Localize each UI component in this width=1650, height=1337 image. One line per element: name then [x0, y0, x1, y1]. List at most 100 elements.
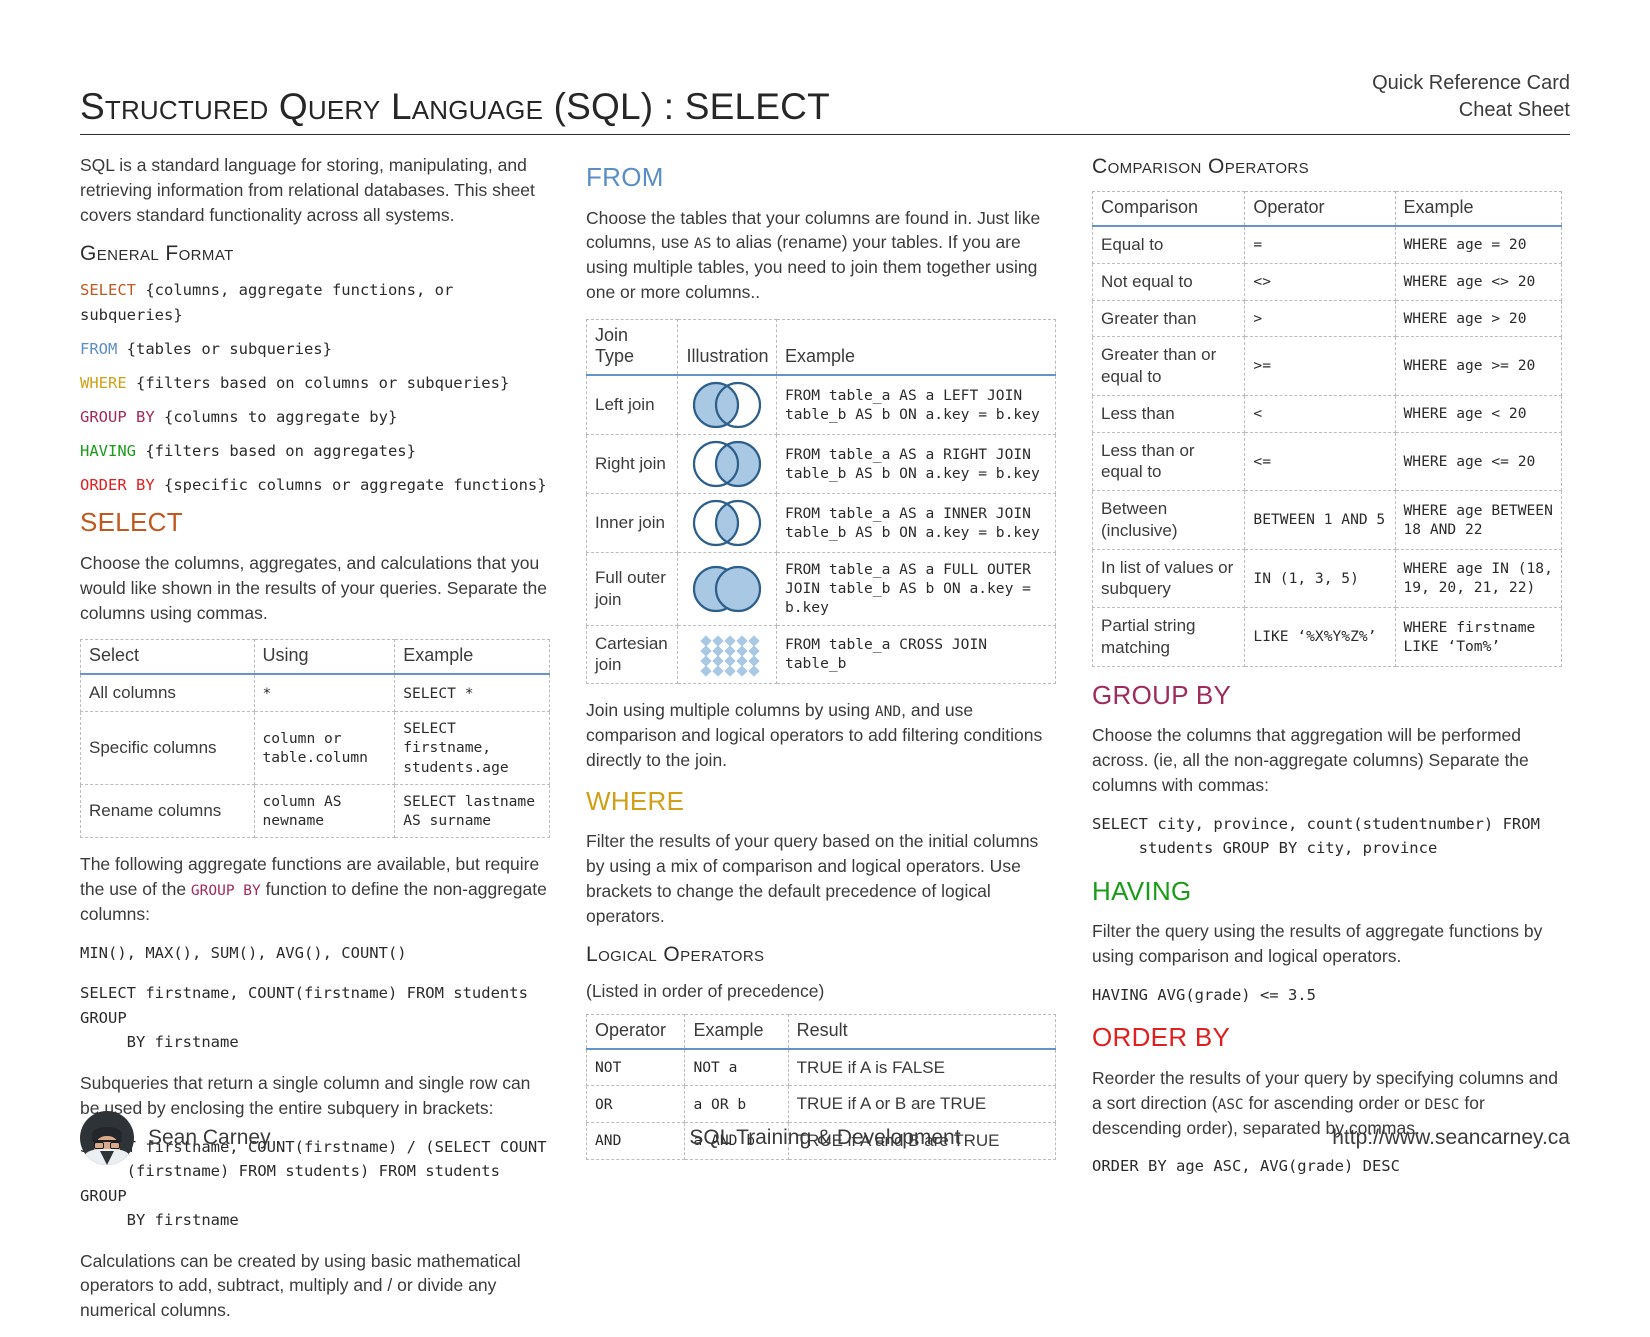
- left-join-venn: [693, 381, 762, 429]
- cell-operator: =: [1244, 225, 1396, 264]
- cell-operator: NOT: [585, 1048, 686, 1087]
- table-row: NOT NOT a TRUE if A is FALSE: [585, 1048, 1057, 1087]
- cheat-sheet-page: Structured Query Language (SQL) : SELECT…: [0, 0, 1650, 1320]
- keyword-where: WHERE: [80, 373, 127, 392]
- cell-operator: >=: [1244, 336, 1396, 396]
- general-format-rest: {filters based on columns or subqueries}: [126, 373, 510, 392]
- right-join-venn: [693, 440, 762, 488]
- cell-select: All columns: [80, 673, 255, 713]
- comparison-operators-table: Comparison Operator Example Equal to = W…: [1091, 191, 1562, 667]
- table-row: Between (inclusive) BETWEEN 1 AND 5 WHER…: [1091, 490, 1562, 550]
- cell-select: Rename columns: [80, 783, 255, 839]
- where-paragraph: Filter the results of your query based o…: [586, 831, 1039, 926]
- group-by-section-heading: GROUP BY: [1092, 679, 1232, 710]
- table-header-row: Comparison Operator Example: [1091, 191, 1562, 227]
- cell-illustration: [677, 374, 777, 435]
- cell-join-type: Full outer join: [585, 551, 679, 626]
- cell-comparison: In list of values or subquery: [1091, 548, 1246, 608]
- select-paragraph: Choose the columns, aggregates, and calc…: [80, 552, 547, 623]
- logical-operators-note: (Listed in order of precedence): [586, 980, 825, 1001]
- column-header-example: Example: [775, 318, 1057, 376]
- table-row: Not equal to <> WHERE age <> 20: [1091, 262, 1562, 301]
- general-format-line: HAVING {filters based on aggregates}: [80, 439, 550, 464]
- from-section-heading: FROM: [586, 162, 664, 192]
- cell-using: *: [253, 673, 396, 713]
- column-header-example: Example: [1394, 191, 1562, 227]
- cell-illustration: [677, 551, 777, 626]
- keyword-group-by: GROUP BY: [80, 407, 155, 426]
- cell-operator: <=: [1244, 431, 1396, 491]
- keyword-order-by: ORDER BY: [80, 476, 155, 495]
- cell-example: WHERE age IN (18, 19, 20, 21, 22): [1394, 548, 1562, 608]
- full-outer-join-venn: [693, 565, 762, 612]
- aggregate-functions-list: MIN(), MAX(), SUM(), AVG(), COUNT(): [80, 943, 407, 962]
- order-by-paragraph-mid: for ascending order or: [1243, 1092, 1425, 1113]
- cell-example: WHERE age >= 20: [1394, 336, 1562, 396]
- having-example-code: HAVING AVG(grade) <= 3.5: [1092, 985, 1316, 1004]
- cell-operator: <: [1244, 394, 1396, 433]
- inline-keyword-as: AS: [693, 236, 712, 253]
- cell-join-type: Inner join: [585, 492, 679, 553]
- cell-example: NOT a: [684, 1048, 789, 1087]
- cell-result: TRUE if A is FALSE: [787, 1048, 1057, 1087]
- cell-comparison: Greater than: [1091, 299, 1246, 338]
- table-row: Greater than or equal to >= WHERE age >=…: [1091, 336, 1562, 396]
- page-footer: Sean Carney SQL Training & Development h…: [80, 1111, 1570, 1165]
- table-row: Inner join FROM table_a AS a INNER JOIN …: [585, 492, 1057, 553]
- cell-example: WHERE age BETWEEN 18 AND 22: [1394, 490, 1562, 550]
- select-section-heading: SELECT: [80, 507, 183, 538]
- group-by-example-code: SELECT city, province, count(studentnumb…: [1092, 814, 1540, 858]
- table-row: Cartesian join FROM table_a CROSS JOIN t…: [585, 624, 1057, 685]
- footer-center-text: SQL Training & Development: [689, 1126, 961, 1149]
- column-header-operator: Operator: [1244, 191, 1396, 227]
- order-by-section-heading: ORDER BY: [1092, 1022, 1231, 1053]
- header-subtitle-line1: Quick Reference Card: [1372, 72, 1570, 94]
- cell-example: WHERE age = 20: [1394, 225, 1562, 264]
- middle-column: FROM Choose the tables that your columns…: [585, 153, 1057, 1174]
- general-format-heading: General Format: [80, 241, 234, 265]
- table-header-row: Operator Example Result: [585, 1013, 1057, 1050]
- table-row: Left join FROM table_a AS a LEFT JOIN ta…: [585, 374, 1057, 435]
- inline-keyword-and: AND: [874, 704, 902, 721]
- cell-example: WHERE age <= 20: [1394, 431, 1562, 491]
- column-header-result: Result: [787, 1013, 1057, 1050]
- cell-join-type: Cartesian join: [585, 624, 679, 685]
- inline-keyword-group-by: GROUP BY: [190, 883, 261, 900]
- page-header: Structured Query Language (SQL) : SELECT…: [80, 70, 1570, 134]
- comparison-operators-heading: Comparison Operators: [1092, 155, 1310, 178]
- glasses-icon: [93, 1139, 121, 1149]
- footer-author-name: Sean Carney: [148, 1126, 271, 1149]
- footer-url[interactable]: http://www.seancarney.ca: [1078, 1126, 1570, 1150]
- general-format-rest: {columns to aggregate by}: [154, 407, 398, 426]
- inner-join-venn: [693, 499, 762, 547]
- table-header-row: Select Using Example: [80, 639, 550, 676]
- table-row: Greater than > WHERE age > 20: [1091, 299, 1562, 338]
- cell-comparison: Less than or equal to: [1091, 431, 1246, 491]
- cell-comparison: Less than: [1091, 394, 1246, 433]
- join-note-part-a: Join using multiple columns by using: [586, 700, 875, 721]
- cell-comparison: Greater than or equal to: [1091, 336, 1246, 396]
- cell-operator: BETWEEN 1 AND 5: [1244, 490, 1396, 550]
- column-header-select: Select: [80, 639, 255, 676]
- cell-illustration: [677, 624, 777, 685]
- table-row: All columns * SELECT *: [80, 673, 550, 713]
- cell-example: WHERE age > 20: [1394, 299, 1562, 338]
- header-divider: [80, 134, 1570, 135]
- header-subtitle: Quick Reference Card Cheat Sheet: [1372, 70, 1570, 128]
- cell-example: FROM table_a CROSS JOIN table_b: [775, 624, 1057, 685]
- cell-comparison: Between (inclusive): [1091, 490, 1246, 550]
- cell-join-type: Left join: [585, 374, 679, 435]
- cell-example: WHERE age < 20: [1394, 394, 1562, 433]
- general-format-rest: {specific columns or aggregate functions…: [154, 476, 547, 495]
- cell-example: FROM table_a AS a RIGHT JOIN table_b AS …: [775, 433, 1057, 494]
- header-subtitle-line2: Cheat Sheet: [1458, 99, 1570, 121]
- column-header-comparison: Comparison: [1091, 191, 1246, 227]
- column-header-using: Using: [253, 639, 396, 676]
- cell-select: Specific columns: [80, 711, 255, 785]
- cell-comparison: Not equal to: [1091, 262, 1246, 301]
- general-format-rest: {tables or subqueries}: [117, 339, 332, 358]
- table-row: Less than or equal to <= WHERE age <= 20: [1091, 431, 1562, 491]
- keyword-from: FROM: [80, 339, 118, 358]
- keyword-having: HAVING: [80, 442, 136, 461]
- aggregate-note: The following aggregate functions are av…: [80, 852, 550, 927]
